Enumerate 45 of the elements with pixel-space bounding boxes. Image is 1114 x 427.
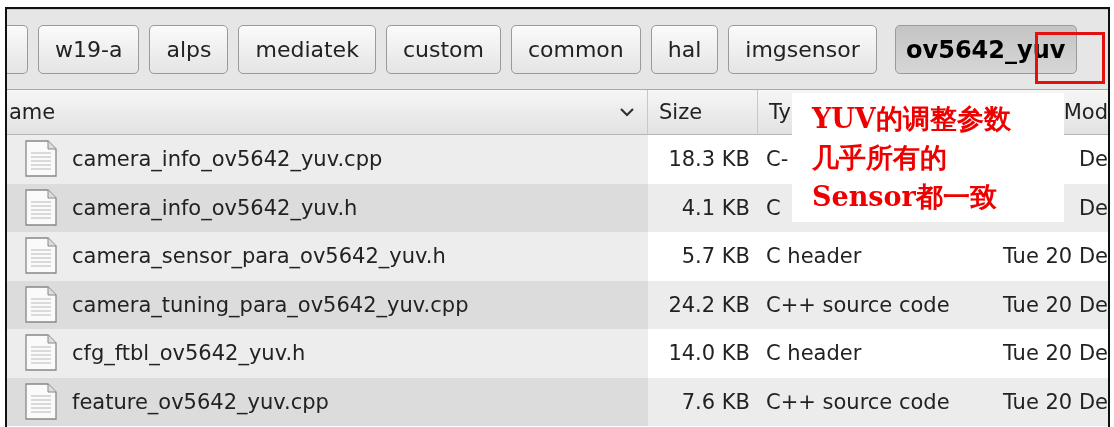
file-icon: [24, 382, 58, 421]
file-name: cfg_ftbl_ov5642_yuv.h: [72, 341, 306, 366]
modified-date: Tue 20 De: [1002, 341, 1108, 366]
path-button[interactable]: imgsensor: [728, 25, 877, 74]
file-name: camera_sensor_para_ov5642_yuv.h: [72, 244, 446, 269]
file-size: 5.7 KB: [681, 244, 750, 269]
path-button[interactable]: common: [510, 25, 641, 74]
file-icon: [24, 237, 58, 276]
modified-date: Tue 20 De: [1002, 389, 1108, 414]
file-name: feature_ov5642_yuv.cpp: [72, 389, 329, 414]
annotation-text: Sensor都一致: [812, 180, 998, 214]
file-type: C header: [766, 341, 862, 366]
column-header[interactable]: Ty: [769, 100, 791, 124]
file-size: 24.2 KB: [668, 292, 750, 317]
modified-date: De: [1078, 195, 1108, 220]
file-icon: [24, 334, 58, 373]
file-size: 18.3 KB: [668, 147, 750, 172]
file-type: C-: [766, 147, 789, 172]
column-header[interactable]: ame: [9, 100, 56, 124]
file-icon: [24, 285, 58, 324]
modified-date: Tue 20 De: [1002, 292, 1108, 317]
path-button[interactable]: mediatek: [238, 25, 376, 74]
path-button[interactable]: [7, 25, 28, 74]
file-type: C: [766, 195, 781, 220]
file-name: camera_info_ov5642_yuv.cpp: [72, 147, 383, 172]
sort-caret-icon[interactable]: [619, 107, 635, 117]
column-header[interactable]: Mod: [1063, 100, 1108, 124]
modified-date: De: [1078, 147, 1108, 172]
modified-date: Tue 20 De: [1002, 244, 1108, 269]
path-button[interactable]: hal: [650, 25, 719, 74]
file-type: C++ source code: [766, 292, 950, 317]
file-size: 14.0 KB: [668, 341, 750, 366]
file-icon: [24, 140, 58, 179]
file-name: camera_info_ov5642_yuv.h: [72, 195, 358, 220]
file-size: 4.1 KB: [681, 195, 750, 220]
path-button[interactable]: alps: [149, 25, 229, 74]
file-type: C++ source code: [766, 389, 950, 414]
file-icon: [24, 188, 58, 227]
path-button[interactable]: w19-a: [38, 25, 140, 74]
file-name: camera_tuning_para_ov5642_yuv.cpp: [72, 292, 469, 317]
file-size: 7.6 KB: [681, 389, 750, 414]
path-button[interactable]: custom: [385, 25, 501, 74]
annotation-text: YUV的调整参数: [812, 102, 1012, 136]
file-type: C header: [766, 244, 862, 269]
annotation-text: 几乎所有的: [812, 141, 948, 175]
